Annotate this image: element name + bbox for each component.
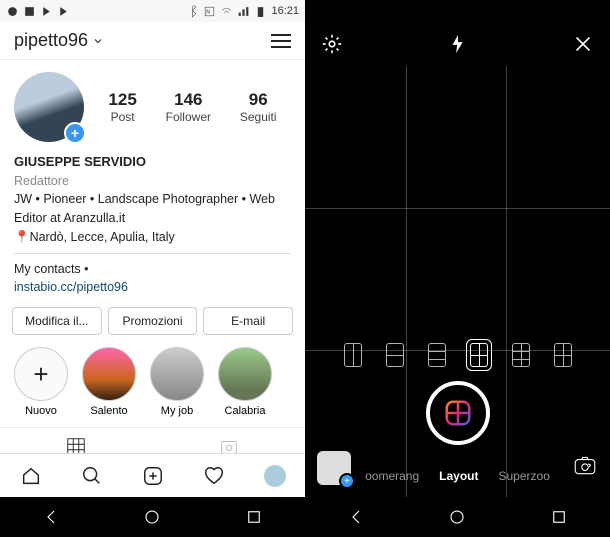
highlight-item[interactable]: My job <box>150 347 204 417</box>
svg-text:N: N <box>207 9 211 15</box>
settings-icon[interactable] <box>321 33 343 55</box>
search-icon[interactable] <box>81 465 103 487</box>
menu-button[interactable] <box>271 34 291 48</box>
android-nav-bar <box>0 497 305 537</box>
flash-icon[interactable] <box>447 33 469 55</box>
app-icon <box>6 5 19 18</box>
battery-icon <box>254 5 267 18</box>
clock: 16:21 <box>271 5 299 17</box>
home-icon[interactable] <box>20 465 42 487</box>
tab-grid[interactable] <box>0 428 153 453</box>
stat-following[interactable]: 96 Seguiti <box>240 90 277 124</box>
play-icon <box>40 5 53 18</box>
email-button[interactable]: E-mail <box>203 307 293 335</box>
camera-viewport[interactable]: + oomerang Layout Superzoo <box>305 66 610 497</box>
stat-followers[interactable]: 146 Follower <box>166 90 211 124</box>
layout-option[interactable] <box>344 343 362 367</box>
app-icon <box>23 5 36 18</box>
shutter-button[interactable] <box>426 381 490 445</box>
edit-profile-button[interactable]: Modifica il... <box>12 307 102 335</box>
bio-link[interactable]: instabio.cc/pipetto96 <box>14 278 291 297</box>
grid-icon <box>65 436 87 453</box>
tagged-icon <box>218 436 240 453</box>
layout-option[interactable] <box>554 343 572 367</box>
add-story-badge[interactable]: + <box>64 122 86 144</box>
mode-superzoom[interactable]: Superzoo <box>499 469 550 483</box>
promotions-button[interactable]: Promozioni <box>108 307 198 335</box>
android-nav-bar <box>305 497 610 537</box>
home-button[interactable] <box>143 508 161 526</box>
layout-option[interactable] <box>428 343 446 367</box>
bio-text: JW • Pioneer • Landscape Photographer • … <box>14 190 291 228</box>
tab-tagged[interactable] <box>153 428 306 453</box>
profile-bio: GIUSEPPE SERVIDIO Redattore JW • Pioneer… <box>0 148 305 307</box>
role-label: Redattore <box>14 172 291 191</box>
highlight-label: Calabria <box>218 405 272 417</box>
layout-option[interactable] <box>386 343 404 367</box>
nfc-icon: N <box>203 5 216 18</box>
stat-posts[interactable]: 125 Post <box>108 90 136 124</box>
android-status-bar <box>305 0 610 22</box>
recents-button[interactable] <box>245 508 263 526</box>
add-post-icon[interactable] <box>142 465 164 487</box>
location-text: 📍Nardò, Lecce, Apulia, Italy <box>14 228 291 247</box>
recents-button[interactable] <box>550 508 568 526</box>
back-button[interactable] <box>347 508 365 526</box>
wifi-off-icon <box>220 5 233 18</box>
mode-layout[interactable]: Layout <box>439 469 478 483</box>
bluetooth-icon <box>186 5 199 18</box>
profile-topbar: pipetto96 <box>0 22 305 60</box>
layout-shutter-icon <box>443 398 473 428</box>
highlight-item[interactable]: Salento <box>82 347 136 417</box>
play-icon <box>57 5 70 18</box>
back-button[interactable] <box>42 508 60 526</box>
layout-option-selected[interactable] <box>470 343 488 367</box>
layout-options <box>305 343 610 367</box>
android-status-bar: N 16:21 <box>0 0 305 22</box>
flip-camera-button[interactable] <box>572 452 598 483</box>
bottom-nav <box>0 453 305 497</box>
camera-modes: oomerang Layout Superzoo <box>305 469 610 483</box>
signal-icon <box>237 5 250 18</box>
layout-option[interactable] <box>512 343 530 367</box>
highlight-label: My job <box>150 405 204 417</box>
chevron-down-icon <box>92 35 104 47</box>
display-name: GIUSEPPE SERVIDIO <box>14 152 291 172</box>
mode-boomerang[interactable]: oomerang <box>365 469 419 483</box>
activity-icon[interactable] <box>203 465 225 487</box>
profile-avatar[interactable]: + <box>14 72 84 142</box>
profile-nav-icon[interactable] <box>264 465 286 487</box>
username-dropdown[interactable]: pipetto96 <box>14 30 104 51</box>
highlight-label: Salento <box>82 405 136 417</box>
contacts-label: My contacts • <box>14 260 291 279</box>
flip-camera-icon <box>572 452 598 478</box>
username-label: pipetto96 <box>14 30 88 51</box>
camera-topbar <box>305 22 610 66</box>
close-icon[interactable] <box>572 33 594 55</box>
highlight-new[interactable]: + Nuovo <box>14 347 68 417</box>
home-button[interactable] <box>448 508 466 526</box>
highlight-item[interactable]: Calabria <box>218 347 272 417</box>
highlight-label: Nuovo <box>14 405 68 417</box>
